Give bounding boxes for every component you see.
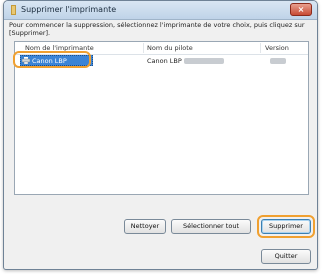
delete-printer-dialog: Supprimer l'imprimante × Pour commencer … <box>3 0 318 270</box>
redacted-version <box>270 58 286 64</box>
window-title: Supprimer l'imprimante <box>21 5 117 14</box>
version-cell <box>270 57 286 65</box>
select-all-button[interactable]: Sélectionner tout <box>171 219 251 234</box>
close-button[interactable]: × <box>290 3 312 16</box>
column-divider <box>260 43 261 53</box>
title-bar: Supprimer l'imprimante × <box>4 1 317 20</box>
column-header-version[interactable]: Version <box>265 44 289 52</box>
annotation-highlight-delete <box>257 215 315 238</box>
annotation-highlight-printer <box>13 51 91 68</box>
column-divider <box>143 43 144 53</box>
instructions-text: Pour commencer la suppression, sélection… <box>9 21 305 37</box>
column-header-driver-name[interactable]: Nom du pilote <box>147 44 193 52</box>
printer-settings-icon <box>11 5 16 15</box>
driver-name-prefix: Canon LBP <box>147 57 182 65</box>
clean-button[interactable]: Nettoyer <box>124 219 166 234</box>
redacted-driver-suffix <box>183 58 224 64</box>
quit-button[interactable]: Quitter <box>261 249 311 264</box>
driver-name-cell: Canon LBP <box>147 57 224 65</box>
